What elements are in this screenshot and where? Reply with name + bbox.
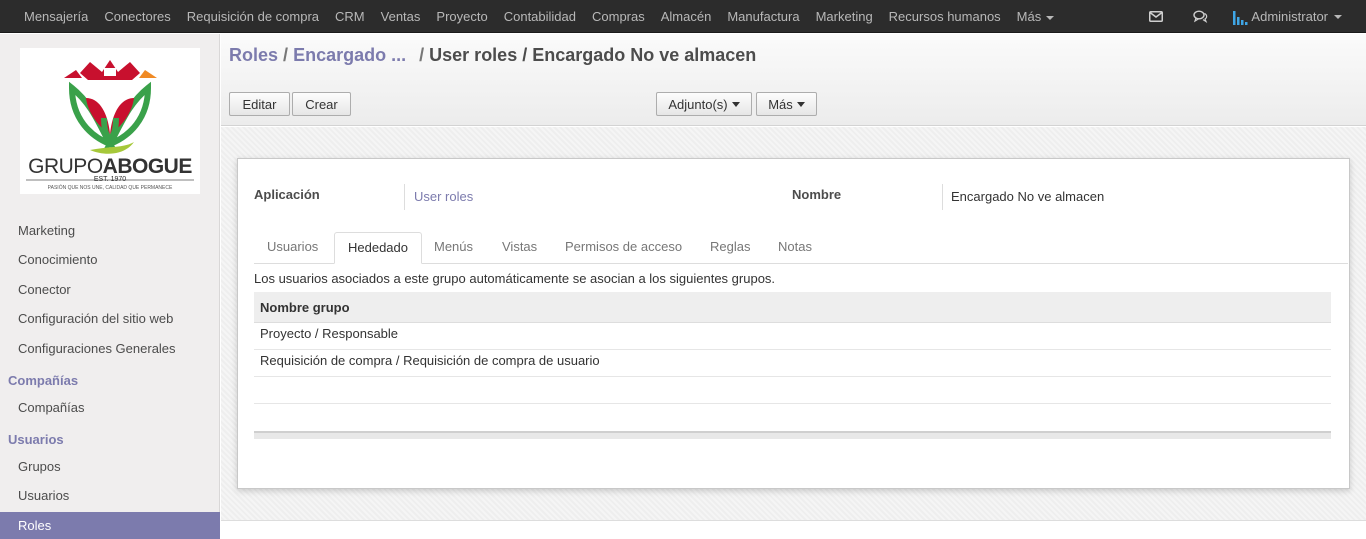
menu-crm[interactable]: CRM [327, 0, 373, 33]
field-separator [404, 184, 405, 210]
top-navbar: Mensajería Conectores Requisición de com… [0, 0, 1366, 33]
chat-icon [1193, 10, 1208, 23]
logo-wordmark: GRUPOABOGUE [20, 156, 200, 178]
chat-button[interactable] [1178, 0, 1222, 33]
sidebar-item-marketing[interactable]: Marketing [18, 223, 75, 238]
logo-word-abogue: ABOGUE [102, 155, 193, 178]
name-field[interactable]: Encargado No ve almacen [951, 189, 1104, 204]
breadcrumb-separator: / [419, 45, 425, 65]
tab-vistas[interactable]: Vistas [489, 232, 550, 264]
application-field[interactable]: User roles [414, 189, 473, 204]
caret-down-icon [731, 101, 740, 107]
messages-button[interactable] [1134, 0, 1178, 33]
sidebar-item-roles-label: Roles [18, 518, 52, 533]
menu-more-label: Más [1016, 9, 1042, 24]
column-header-nombre-grupo[interactable]: Nombre grupo [254, 292, 1331, 323]
user-menu[interactable]: Administrator [1222, 0, 1366, 33]
more-label: Más [768, 96, 793, 112]
tab-hededado[interactable]: Hededado [334, 232, 422, 264]
menu-conectores[interactable]: Conectores [96, 0, 178, 33]
attachments-dropdown[interactable]: Adjunto(s) [656, 92, 752, 116]
sidebar-heading-usuarios: Usuarios [8, 432, 64, 447]
inherited-groups-table: Nombre grupo Proyecto / Responsable Requ… [254, 292, 1331, 439]
breadcrumb-encargado[interactable]: Encargado ... [293, 45, 406, 65]
company-logo: GRUPOABOGUE EST. 1970 PASIÓN QUE NOS UNE… [20, 48, 200, 194]
tab-menus[interactable]: Menús [421, 232, 486, 264]
menu-almacen[interactable]: Almacén [653, 0, 720, 33]
sidebar-item-configuracion-sitio-web[interactable]: Configuración del sitio web [18, 311, 173, 326]
table-row[interactable]: Requisición de compra / Requisición de c… [254, 350, 1331, 377]
tab-notas[interactable]: Notas [765, 232, 825, 264]
envelope-icon [1149, 11, 1164, 22]
user-name: Administrator [1251, 9, 1328, 24]
table-row-empty [254, 377, 1331, 404]
tab-permisos-acceso[interactable]: Permisos de acceso [552, 232, 695, 264]
create-button[interactable]: Crear [292, 92, 351, 116]
menu-recursos-humanos[interactable]: Recursos humanos [881, 0, 1009, 33]
menu-compras[interactable]: Compras [584, 0, 653, 33]
menu-more[interactable]: Más [1009, 0, 1063, 33]
content-footer [221, 520, 1366, 539]
table-footer [254, 431, 1331, 439]
sidebar-item-usuarios[interactable]: Usuarios [18, 488, 69, 503]
sidebar-item-conocimiento[interactable]: Conocimiento [18, 252, 98, 267]
logo-tagline: PASIÓN QUE NOS UNE, CALIDAD QUE PERMANEC… [47, 185, 173, 191]
menu-contabilidad[interactable]: Contabilidad [496, 0, 584, 33]
menu-ventas[interactable]: Ventas [373, 0, 429, 33]
application-label: Aplicación [254, 187, 320, 202]
user-avatar-icon [1233, 10, 1248, 25]
sidebar-item-companias[interactable]: Compañías [18, 400, 84, 415]
top-right-systray: Administrator [1134, 0, 1366, 33]
attachments-label: Adjunto(s) [668, 96, 728, 112]
tab-reglas[interactable]: Reglas [697, 232, 763, 264]
edit-button[interactable]: Editar [229, 92, 290, 116]
breadcrumb-separator: / [283, 45, 289, 65]
caret-down-icon [1046, 15, 1055, 20]
menu-requisicion[interactable]: Requisición de compra [179, 0, 327, 33]
field-separator [942, 184, 943, 210]
sidebar-heading-companias: Compañías [8, 373, 79, 388]
menu-proyecto[interactable]: Proyecto [428, 0, 495, 33]
top-menu: Mensajería Conectores Requisición de com… [16, 0, 1062, 33]
name-label: Nombre [792, 187, 842, 202]
sidebar: GRUPOABOGUE EST. 1970 PASIÓN QUE NOS UNE… [0, 34, 220, 539]
menu-marketing[interactable]: Marketing [808, 0, 881, 33]
menu-manufactura[interactable]: Manufactura [719, 0, 807, 33]
sidebar-item-roles[interactable]: Roles [0, 512, 220, 539]
sidebar-item-configuraciones-generales[interactable]: Configuraciones Generales [18, 341, 176, 356]
notebook-tabs: Usuarios Hededado Menús Vistas Permisos … [254, 232, 1348, 264]
form-sheet: Aplicación User roles Nombre Encargado N… [237, 158, 1350, 489]
tab-usuarios[interactable]: Usuarios [254, 232, 331, 264]
sidebar-item-grupos[interactable]: Grupos [18, 459, 61, 474]
more-dropdown[interactable]: Más [756, 92, 817, 116]
inherited-help-text: Los usuarios asociados a este grupo auto… [254, 271, 776, 286]
breadcrumb-current: User roles / Encargado No ve almacen [429, 45, 757, 65]
caret-down-icon [796, 101, 805, 107]
control-panel: Roles / Encargado ... / User roles / Enc… [221, 34, 1366, 126]
sidebar-item-conector[interactable]: Conector [18, 282, 71, 297]
menu-mensajeria[interactable]: Mensajería [16, 0, 96, 33]
table-row[interactable]: Proyecto / Responsable [254, 323, 1331, 350]
logo-word-grupo: GRUPO [28, 155, 103, 178]
breadcrumb-roles[interactable]: Roles [229, 45, 278, 65]
breadcrumb: Roles / Encargado ... / User roles / Enc… [229, 45, 756, 66]
logo-est: EST. 1970 [93, 176, 127, 183]
caret-down-icon [1334, 14, 1342, 19]
